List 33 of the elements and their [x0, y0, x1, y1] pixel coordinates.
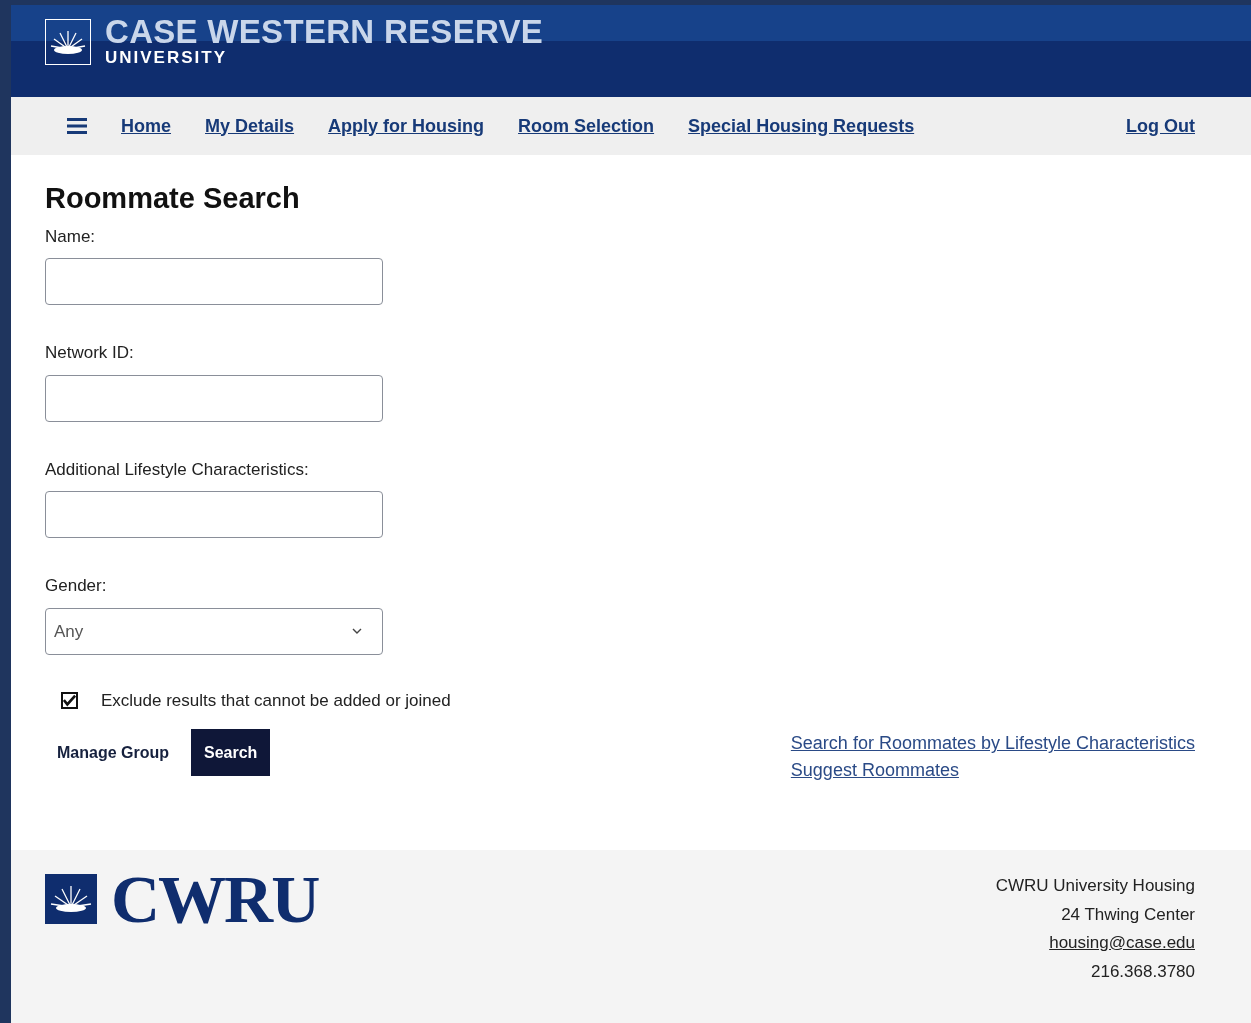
- menu-icon[interactable]: [67, 117, 87, 135]
- address-text: 24 Thwing Center: [1061, 904, 1195, 924]
- nav-link[interactable]: Home: [121, 112, 171, 140]
- field-label: Network ID:: [45, 342, 135, 365]
- sunburst-logo-icon: [45, 874, 97, 924]
- address-text: CWRU University Housing: [995, 876, 1195, 895]
- link[interactable]: Search for Roommates by Lifestyle Characteristics: [790, 730, 1195, 758]
- input-field[interactable]: [45, 374, 383, 422]
- logout-link[interactable]: Log Out: [1126, 112, 1195, 140]
- university-subtitle: UNIVERSITY: [105, 49, 229, 67]
- chevron-down-icon: [352, 628, 362, 635]
- page-title: Roommate Search: [45, 181, 301, 216]
- university-name: CASE WESTERN RESERVE: [105, 15, 544, 49]
- logo-text: CWRU: [111, 872, 319, 926]
- input-field[interactable]: [45, 491, 383, 539]
- field-label: Gender:: [45, 575, 108, 598]
- checkbox[interactable]: [61, 692, 78, 710]
- gender-dropdown[interactable]: Any: [45, 607, 383, 655]
- nav-link[interactable]: Special Housing Requests: [688, 112, 915, 140]
- nav-link[interactable]: Apply for Housing: [328, 112, 485, 140]
- check-icon: [63, 694, 76, 708]
- search-button[interactable]: Search: [191, 729, 271, 777]
- link[interactable]: Suggest Roommates: [790, 757, 1195, 785]
- nav-link[interactable]: Room Selection: [518, 112, 655, 140]
- address-text: 216.368.3780: [1091, 961, 1195, 981]
- field-label: Additional Lifestyle Characteristics:: [45, 458, 310, 481]
- field-label: Name:: [45, 225, 97, 248]
- email-link[interactable]: housing@case.edu: [1049, 933, 1195, 952]
- sunburst-logo-icon: [45, 19, 91, 65]
- nav-link[interactable]: My Details: [205, 112, 295, 140]
- manage-group-button[interactable]: Manage Group: [45, 730, 181, 775]
- checkbox-label: Exclude results that cannot be added or joined: [101, 689, 451, 712]
- input-field[interactable]: [45, 258, 383, 306]
